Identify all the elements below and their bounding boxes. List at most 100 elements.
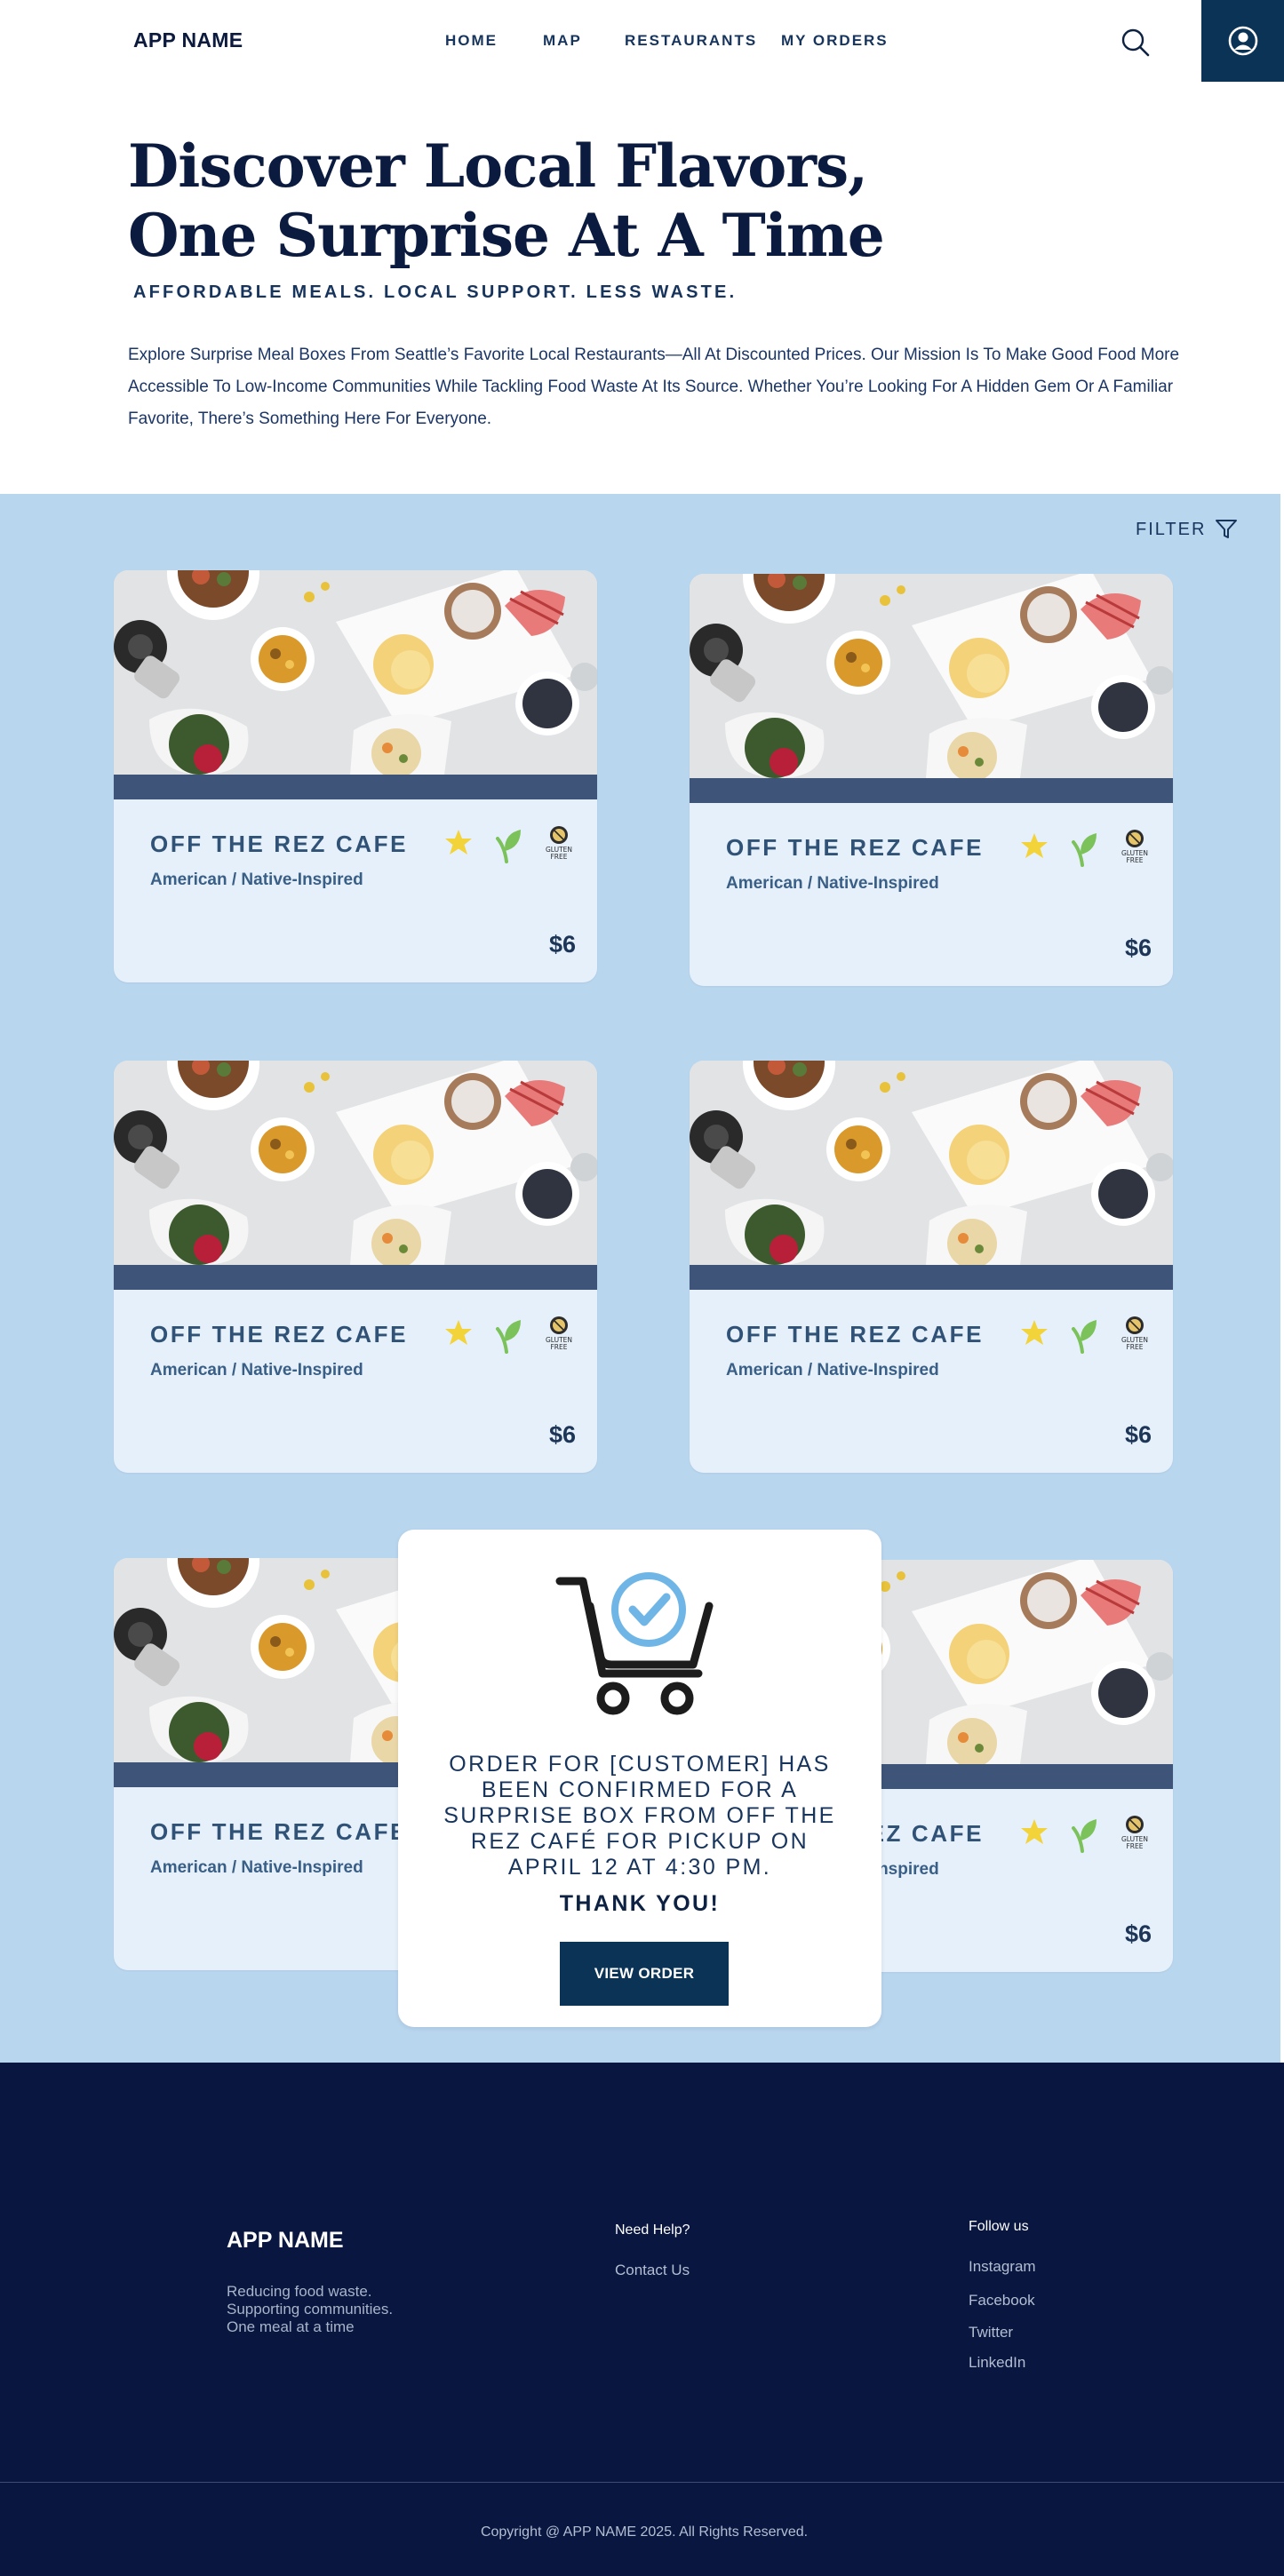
view-order-button[interactable]: VIEW ORDER <box>560 1942 729 2006</box>
nav-restaurants[interactable]: RESTAURANTS <box>625 32 757 50</box>
restaurant-card[interactable]: OFF THE REZ CAFE American / Native-Inspi… <box>690 574 1173 986</box>
badge-group: GLUTEN FREE <box>443 823 585 865</box>
star-icon <box>445 830 472 855</box>
restaurant-name: OFF THE REZ CAFE <box>150 1321 409 1348</box>
help-heading: Need Help? <box>615 2222 690 2238</box>
restaurant-cuisine: American / Native-Inspired <box>726 874 939 893</box>
box-price: $6 <box>1124 1920 1152 1947</box>
card-image-bar <box>690 778 1173 803</box>
hero-title-line-2: One Surprise At A Time <box>128 201 885 270</box>
site-header: APP NAME HOME MAP RESTAURANTS MY ORDERS <box>0 0 1284 82</box>
nav-map[interactable]: MAP <box>543 32 582 50</box>
hero-description: Explore Surprise Meal Boxes From Seattle… <box>128 346 1180 428</box>
badge-group: GLUTEN FREE <box>1018 1313 1160 1356</box>
nav-home[interactable]: HOME <box>445 32 498 50</box>
restaurant-cuisine: American / Native-Inspired <box>150 1858 363 1877</box>
restaurant-name: OFF THE REZ CAFE <box>150 1818 409 1845</box>
tagline-line: One meal at a time <box>227 2318 355 2335</box>
restaurant-name: OFF THE REZ CAFE <box>150 831 409 857</box>
badge-group: GLUTEN FREE <box>1018 1812 1160 1855</box>
box-price: $6 <box>1124 934 1152 961</box>
gluten-free-label: FREE <box>550 853 567 861</box>
copyright-text: Copyright @ APP NAME 2025. All Rights Re… <box>480 2524 809 2540</box>
thank-you-text: THANK YOU! <box>559 1891 721 1916</box>
restaurant-card[interactable]: OFF THE REZ CAFE American / Native-Inspi… <box>114 570 597 982</box>
restaurant-card[interactable]: OFF THE REZ CAFE American / Native-Inspi… <box>114 1061 597 1473</box>
search-icon <box>1121 28 1150 57</box>
restaurant-name: OFF THE REZ CAFE <box>726 834 985 861</box>
gluten-free-icon: GLUTEN FREE <box>1121 830 1148 864</box>
star-icon <box>1021 1819 1048 1844</box>
gluten-free-label: FREE <box>1126 1343 1143 1351</box>
leaf-icon <box>496 830 521 863</box>
filter-funnel-icon <box>1216 520 1238 538</box>
footer-tagline: Reducing food waste. Supporting communit… <box>227 2283 393 2336</box>
site-footer: APP NAME Reducing food waste. Supporting… <box>0 2063 1284 2576</box>
gluten-free-icon: GLUTEN FREE <box>546 826 572 861</box>
hero-title-line-1: Discover Local Flavors, <box>128 131 868 201</box>
gluten-free-label: FREE <box>1126 856 1143 864</box>
tagline-line: Reducing food waste. <box>227 2283 372 2300</box>
restaurant-cuisine: American / Native-Inspired <box>150 871 363 889</box>
box-price: $6 <box>548 1421 576 1448</box>
star-icon <box>445 1320 472 1345</box>
leaf-icon <box>1072 833 1097 867</box>
facebook-link[interactable]: Facebook <box>969 2292 1035 2310</box>
restaurant-name: OFF THE REZ CAFE <box>726 1321 985 1348</box>
box-price: $6 <box>1124 1421 1152 1448</box>
food-photo <box>114 1061 597 1265</box>
tagline-line: Supporting communities. <box>227 2301 394 2318</box>
box-price: $6 <box>548 931 576 958</box>
order-confirmation-modal: ORDER FOR [CUSTOMER] HAS BEEN CONFIRMED … <box>398 1530 881 2027</box>
footer-brand[interactable]: APP NAME <box>227 2228 344 2254</box>
restaurant-cuisine: American / Native-Inspired <box>726 1361 939 1379</box>
dietary-badges: GLUTEN FREE <box>445 826 572 863</box>
star-icon <box>1021 1320 1048 1345</box>
gluten-free-label: FREE <box>1126 1842 1143 1850</box>
dietary-badges: GLUTEN FREE <box>1021 1816 1148 1853</box>
badge-group: GLUTEN FREE <box>1018 826 1160 869</box>
gluten-free-icon: GLUTEN FREE <box>546 1316 572 1351</box>
card-image <box>114 570 597 775</box>
card-image <box>690 574 1173 778</box>
food-photo <box>690 574 1173 778</box>
card-image-bar <box>690 1265 1173 1290</box>
restaurant-card[interactable]: OFF THE REZ CAFE American / Native-Inspi… <box>690 1061 1173 1473</box>
gluten-free-icon: GLUTEN FREE <box>1121 1816 1148 1850</box>
linkedin-link[interactable]: LinkedIn <box>969 2354 1025 2372</box>
card-image <box>690 1061 1173 1265</box>
food-photo <box>690 1061 1173 1265</box>
dietary-badges: GLUTEN FREE <box>1021 830 1148 867</box>
user-circle-icon <box>1228 26 1257 56</box>
confirmation-message: ORDER FOR [CUSTOMER] HAS BEEN CONFIRMED … <box>443 1752 836 1880</box>
account-button[interactable] <box>1201 0 1284 82</box>
restaurant-cuisine: American / Native-Inspired <box>150 1361 363 1379</box>
card-image-bar <box>114 775 597 799</box>
app-logo[interactable]: APP NAME <box>133 28 243 52</box>
card-image-bar <box>114 1265 597 1290</box>
star-icon <box>1021 833 1048 858</box>
card-image <box>114 1061 597 1265</box>
hero-subtitle: AFFORDABLE MEALS. LOCAL SUPPORT. LESS WA… <box>133 282 738 302</box>
hero-title: Discover Local Flavors, One Surprise At … <box>128 131 1105 270</box>
restaurant-listing: FILTER OFF THE REZ CAFE American / Nativ… <box>0 494 1280 2063</box>
dietary-badges: GLUTEN FREE <box>1021 1316 1148 1354</box>
search-button[interactable] <box>1118 25 1153 60</box>
nav-my-orders[interactable]: MY ORDERS <box>781 32 889 50</box>
contact-us-link[interactable]: Contact Us <box>615 2262 690 2279</box>
cart-check-icon <box>555 1572 714 1715</box>
dietary-badges: GLUTEN FREE <box>445 1316 572 1354</box>
leaf-icon <box>496 1320 521 1354</box>
follow-heading: Follow us <box>969 2219 1029 2234</box>
leaf-icon <box>1072 1819 1097 1853</box>
instagram-link[interactable]: Instagram <box>969 2258 1036 2276</box>
filter-label: FILTER <box>1136 519 1207 539</box>
filter-button[interactable]: FILTER <box>1136 519 1238 540</box>
gluten-free-icon: GLUTEN FREE <box>1121 1316 1148 1351</box>
footer-divider <box>0 2482 1284 2483</box>
badge-group: GLUTEN FREE <box>443 1313 585 1356</box>
twitter-link[interactable]: Twitter <box>969 2324 1013 2341</box>
leaf-icon <box>1072 1320 1097 1354</box>
food-photo <box>114 570 597 775</box>
gluten-free-label: FREE <box>550 1343 567 1351</box>
